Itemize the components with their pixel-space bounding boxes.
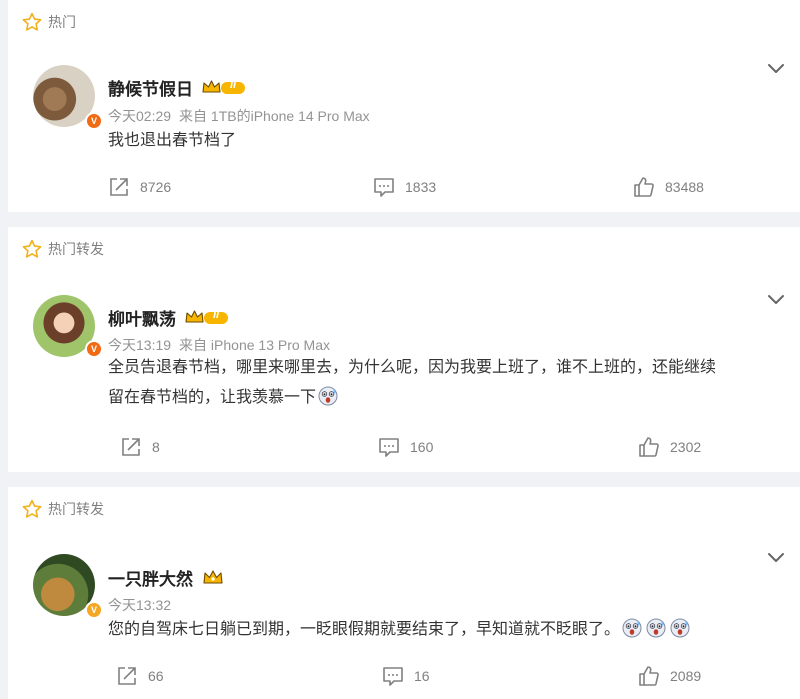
star-icon [22, 499, 42, 519]
star-icon [22, 12, 42, 32]
repost-count: 8 [152, 439, 160, 455]
repost-button[interactable]: 66 [116, 665, 164, 687]
verified-icon: V [85, 340, 103, 358]
comment-icon [373, 176, 395, 198]
post-text: 我也退出春节档了 [108, 132, 237, 149]
repost-icon [120, 436, 142, 458]
hot-label-text: 热门 [48, 14, 76, 30]
shocked-emoji-icon [670, 618, 690, 638]
comment-icon [382, 665, 404, 687]
post-time[interactable]: 今天13:19 [108, 337, 171, 353]
member-badge[interactable]: II [201, 78, 247, 96]
post-source: 来自 iPhone 13 Pro Max [179, 337, 331, 353]
hot-repost-label: 热门转发 [22, 499, 104, 519]
post-content: 我也退出春节档了 [108, 126, 778, 156]
shocked-emoji-icon [646, 618, 666, 638]
post-card: 热门转发 V 一只胖大然 今天13:32 您的自驾床七日躺已到期，一眨眼假期就要… [8, 487, 800, 699]
verified-icon: V [85, 601, 103, 619]
verified-icon: V [85, 112, 103, 130]
like-count: 2089 [670, 668, 702, 684]
post-source: 来自 1TB的iPhone 14 Pro Max [179, 108, 370, 124]
comment-icon [378, 436, 400, 458]
comment-button[interactable]: 160 [378, 436, 433, 458]
repost-button[interactable]: 8 [120, 436, 160, 458]
post-meta: 今天02:29 来自 1TB的iPhone 14 Pro Max [108, 106, 370, 126]
post-text-line: 全员告退春节档，哪里来哪里去，为什么呢，因为我要上班了，谁不上班的，还能继续 [108, 359, 717, 376]
post-time[interactable]: 今天02:29 [108, 108, 171, 124]
repost-count: 66 [148, 668, 164, 684]
user-row: 柳叶飘荡 II [108, 304, 230, 330]
comment-button[interactable]: 16 [382, 665, 430, 687]
user-row: 静候节假日 II [108, 74, 247, 100]
comment-button[interactable]: 1833 [373, 176, 436, 198]
post-text: 留在春节档的，让我羡慕一下 [108, 389, 317, 406]
shocked-emoji-icon [622, 618, 642, 638]
chevron-down-icon[interactable] [766, 293, 786, 307]
like-count: 2302 [670, 439, 702, 455]
chevron-down-icon[interactable] [766, 62, 786, 76]
post-meta: 今天13:32 [108, 595, 171, 615]
comment-count: 1833 [405, 179, 437, 195]
hot-label-text: 热门转发 [48, 241, 104, 257]
thumbs-up-icon [638, 665, 660, 687]
repost-icon [116, 665, 138, 687]
like-button[interactable]: 83488 [633, 176, 704, 198]
hot-label: 热门 [22, 12, 76, 32]
shocked-emoji-icon [318, 386, 338, 406]
thumbs-up-icon [633, 176, 655, 198]
post-time[interactable]: 今天13:32 [108, 597, 171, 613]
user-row: 一只胖大然 [108, 564, 225, 590]
repost-icon [108, 176, 130, 198]
post-content: 您的自驾床七日躺已到期，一眨眼假期就要结束了，早知道就不眨眼了。 [108, 615, 778, 645]
like-count: 83488 [665, 179, 704, 195]
star-icon [22, 239, 42, 259]
member-badge-level: II [229, 79, 237, 91]
username[interactable]: 柳叶飘荡 [108, 305, 176, 330]
like-button[interactable]: 2089 [638, 665, 701, 687]
crown-icon[interactable] [201, 568, 225, 586]
hot-label-text: 热门转发 [48, 501, 104, 517]
repost-button[interactable]: 8726 [108, 176, 171, 198]
hot-repost-label: 热门转发 [22, 239, 104, 259]
member-badge-level: II [212, 309, 220, 321]
post-card: 热门 V 静候节假日 II 今天02:29 来自 1TB的iPhone 14 Pr… [8, 0, 800, 212]
comment-count: 160 [410, 439, 434, 455]
comment-count: 16 [414, 668, 430, 684]
like-button[interactable]: 2302 [638, 436, 701, 458]
username[interactable]: 静候节假日 [108, 75, 193, 100]
post-meta: 今天13:19 来自 iPhone 13 Pro Max [108, 335, 330, 355]
username[interactable]: 一只胖大然 [108, 565, 193, 590]
repost-count: 8726 [140, 179, 172, 195]
thumbs-up-icon [638, 436, 660, 458]
post-content: 全员告退春节档，哪里来哪里去，为什么呢，因为我要上班了，谁不上班的，还能继续 留… [108, 353, 778, 413]
post-text-line: 留在春节档的，让我羡慕一下 [108, 383, 778, 413]
post-text: 您的自驾床七日躺已到期，一眨眼假期就要结束了，早知道就不眨眼了。 [108, 621, 621, 638]
post-card: 热门转发 V 柳叶飘荡 II 今天13:19 来自 iPhone 13 Pro M… [8, 227, 800, 472]
member-badge[interactable]: II [184, 308, 230, 326]
chevron-down-icon[interactable] [766, 551, 786, 565]
